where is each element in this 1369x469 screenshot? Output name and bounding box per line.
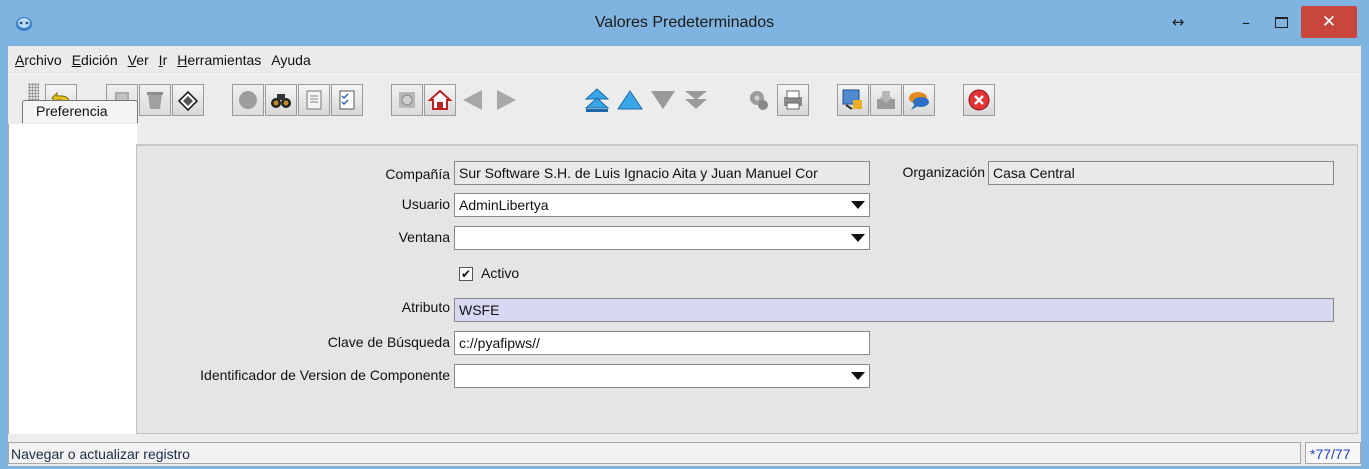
menu-ayuda[interactable]: Ayuda <box>266 52 315 68</box>
window-title: Valores Predeterminados <box>594 14 775 31</box>
last-record-button[interactable] <box>680 84 712 116</box>
record-count[interactable]: *77/77 <box>1305 442 1361 464</box>
print-preview-button[interactable] <box>777 84 809 116</box>
maximize-button[interactable] <box>1268 8 1294 36</box>
active-label: Activo <box>481 265 520 281</box>
archive-button[interactable] <box>870 84 902 116</box>
save-button[interactable] <box>172 84 204 116</box>
attachment-button[interactable] <box>391 84 423 116</box>
status-message: Navegar o actualizar registro <box>8 442 1301 464</box>
title-bar: Valores Predeterminados ↔ – ✕ <box>0 0 1369 46</box>
tab-panel <box>8 124 137 434</box>
company-label: Compañía <box>385 166 450 182</box>
minimize-button[interactable]: – <box>1234 8 1258 36</box>
menu-edicion[interactable]: Edición <box>67 52 123 68</box>
user-value: AdminLibertya <box>459 197 549 213</box>
double-arrow-up-icon <box>584 88 610 112</box>
eraser-icon <box>177 90 199 112</box>
chat-icon <box>909 92 929 110</box>
component-label: Identificador de Version de Componente <box>200 367 450 383</box>
refresh-button[interactable] <box>232 84 264 116</box>
search-key-label: Clave de Búsqueda <box>327 334 450 350</box>
attribute-field[interactable]: WSFE <box>454 298 1334 322</box>
zoom-icon <box>842 89 862 110</box>
arrow-left-icon <box>463 90 482 110</box>
user-label: Usuario <box>401 196 450 212</box>
tab-preferencia[interactable]: Preferencia <box>22 100 138 123</box>
menu-bar: Archivo Edición Ver Ir Herramientas Ayud… <box>8 46 1361 74</box>
form-area <box>136 144 1358 434</box>
previous-record-button[interactable] <box>457 84 489 116</box>
chevron-down-icon[interactable] <box>847 365 869 387</box>
next-record-button[interactable] <box>490 84 522 116</box>
first-record-button[interactable] <box>581 84 613 116</box>
clock-icon <box>399 92 415 108</box>
trash-icon <box>147 92 163 109</box>
status-bar: Navegar o actualizar registro *77/77 <box>8 442 1361 466</box>
menu-archivo[interactable]: Archivo <box>10 52 67 68</box>
report-button[interactable] <box>743 84 775 116</box>
organization-label: Organización <box>902 164 986 180</box>
refresh-icon <box>239 91 257 109</box>
archive-icon <box>877 91 895 109</box>
menu-ir[interactable]: Ir <box>154 52 173 68</box>
exit-button[interactable] <box>963 84 995 116</box>
menu-herramientas[interactable]: Herramientas <box>172 52 266 68</box>
next-button[interactable] <box>647 84 679 116</box>
arrow-up-icon <box>617 90 643 110</box>
checklist-icon <box>339 90 355 110</box>
company-field[interactable]: Sur Software S.H. de Luis Ignacio Aita y… <box>454 161 870 185</box>
arrow-right-icon <box>497 90 516 110</box>
window-combo[interactable] <box>454 226 870 250</box>
arrow-down-icon <box>651 91 675 109</box>
gears-icon <box>750 91 768 110</box>
component-combo[interactable] <box>454 364 870 388</box>
window-label: Ventana <box>398 229 450 245</box>
printer-icon <box>784 90 802 110</box>
home-icon <box>427 89 453 110</box>
binoculars-icon <box>271 94 291 108</box>
chevron-down-icon[interactable] <box>847 227 869 249</box>
menu-ver[interactable]: Ver <box>123 52 154 68</box>
organization-field[interactable]: Casa Central <box>988 161 1334 185</box>
chevron-down-icon[interactable] <box>847 194 869 216</box>
history-button[interactable] <box>298 84 330 116</box>
active-checkbox[interactable]: ✔ <box>459 267 473 281</box>
checklist-button[interactable] <box>331 84 363 116</box>
delete-button[interactable] <box>139 84 171 116</box>
attribute-label: Atributo <box>401 299 450 315</box>
close-button[interactable]: ✕ <box>1301 6 1357 38</box>
chat-button[interactable] <box>903 84 935 116</box>
workflow-button[interactable] <box>837 84 869 116</box>
document-icon <box>306 90 322 110</box>
close-circle-icon <box>968 89 990 111</box>
resize-icon[interactable]: ↔ <box>1167 8 1189 36</box>
search-key-field[interactable]: c://pyafipws// <box>454 331 870 355</box>
home-button[interactable] <box>424 84 456 116</box>
find-button[interactable] <box>265 84 297 116</box>
user-combo[interactable]: AdminLibertya <box>454 193 870 217</box>
double-arrow-down-icon <box>685 91 707 109</box>
previous-button[interactable] <box>614 84 646 116</box>
toolbar <box>8 74 1361 118</box>
